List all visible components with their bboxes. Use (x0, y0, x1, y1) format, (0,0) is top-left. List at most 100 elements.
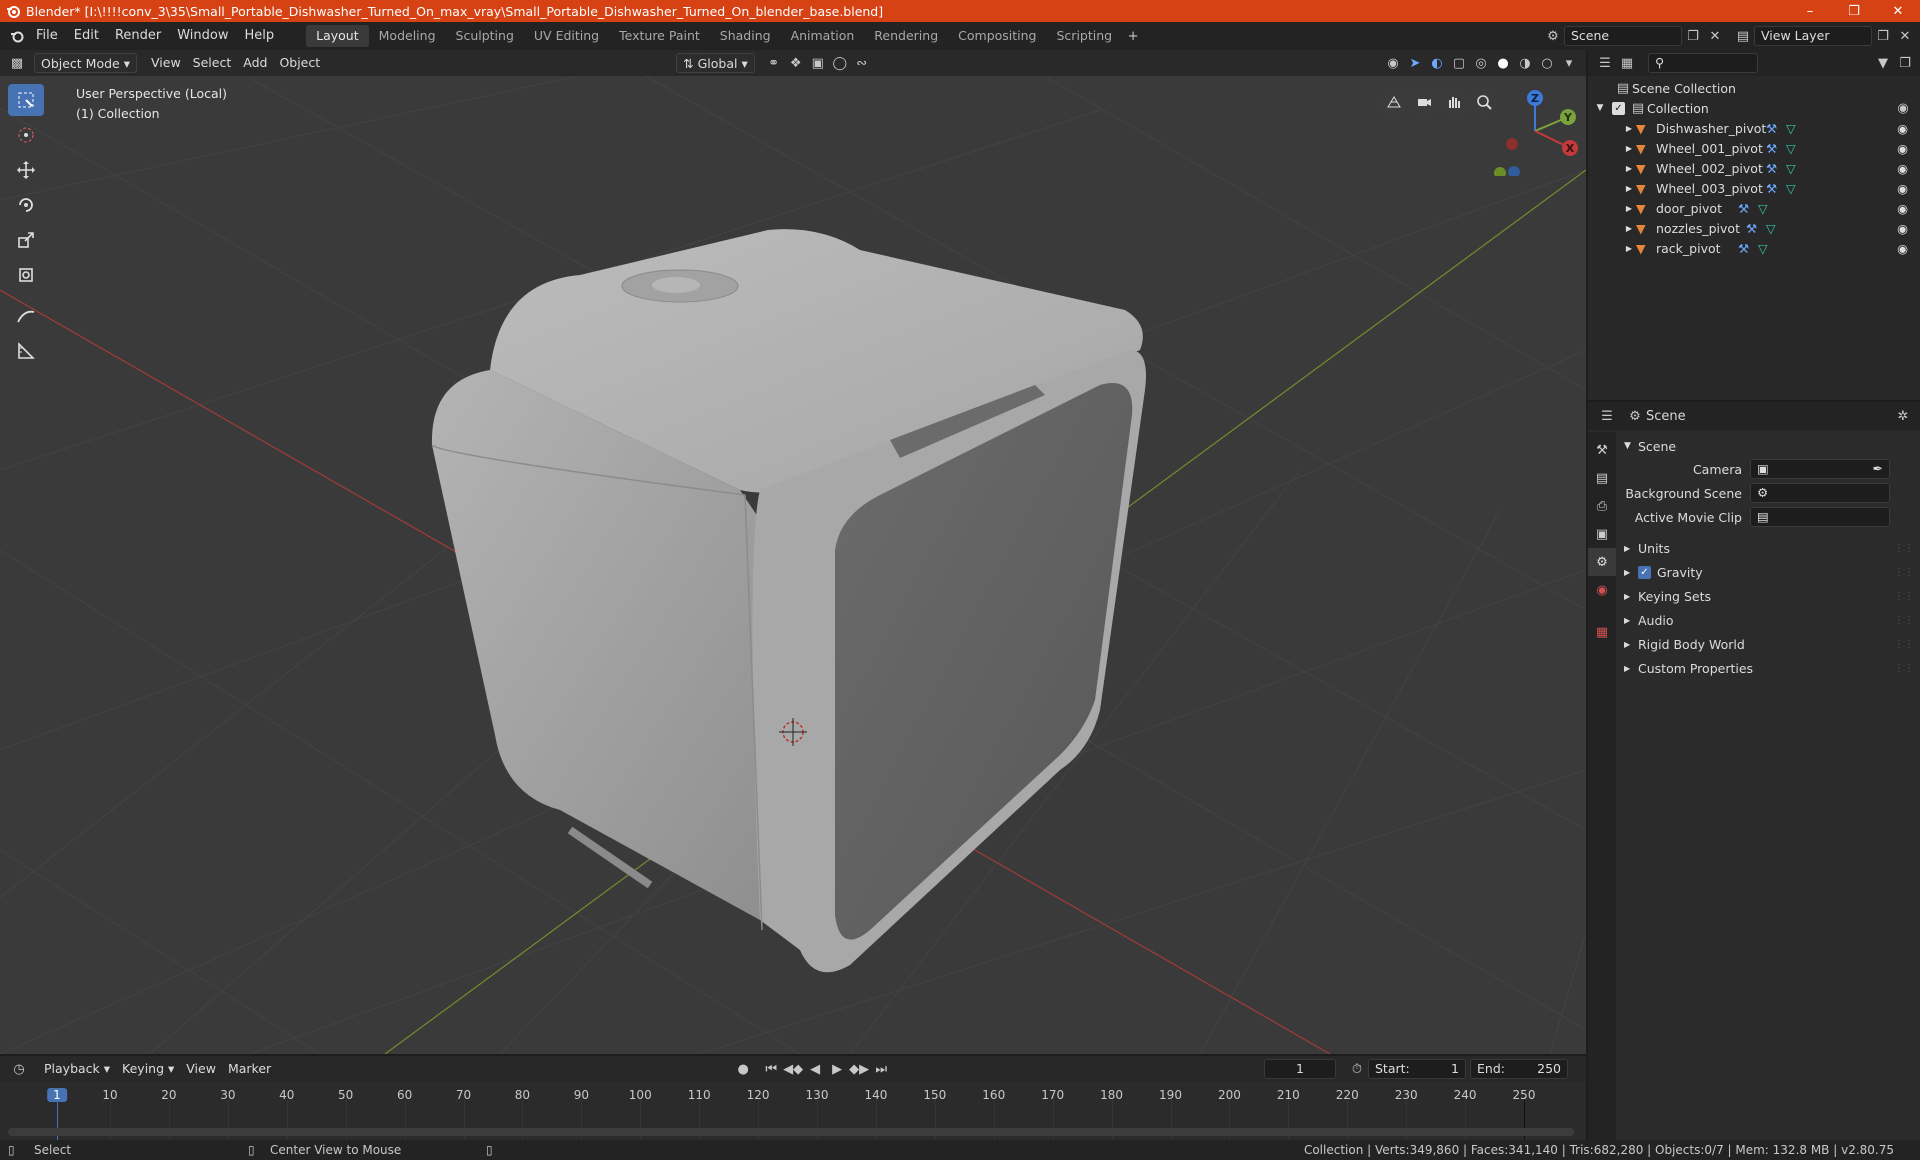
menu-render[interactable]: Render (107, 25, 169, 47)
pivot-point-icon[interactable]: ⚭ (763, 53, 785, 73)
section-audio[interactable]: ▶ Audio ⋮⋮ (1624, 610, 1914, 630)
menu-file[interactable]: File (28, 25, 66, 47)
expand-icon[interactable]: ▶ (1588, 124, 1636, 133)
menu-edit[interactable]: Edit (66, 25, 107, 47)
expand-icon[interactable]: ▶ (1624, 664, 1638, 673)
outliner-editor-icon[interactable]: ☰ (1594, 53, 1616, 73)
outliner-item[interactable]: ▶ ▼ Dishwasher_pivot ⚒ ▽ ◉ (1588, 118, 1920, 138)
overlay-icon[interactable]: ◐ (1426, 53, 1448, 73)
eye-icon[interactable]: ◉ (1897, 221, 1908, 236)
tab-layout[interactable]: Layout (306, 25, 369, 47)
background-scene-field[interactable]: ⚙ (1750, 483, 1890, 503)
modifier-icon[interactable]: ⚒ (1766, 141, 1786, 156)
next-keyframe-icon[interactable]: ◆▶ (848, 1059, 870, 1079)
expand-icon[interactable]: ▶ (1588, 184, 1636, 193)
render-tab-icon[interactable]: ▤ (1588, 464, 1616, 492)
add-workspace-icon[interactable]: + (1122, 26, 1144, 46)
record-icon[interactable]: ● (732, 1059, 754, 1079)
timeline-scrollbar[interactable] (8, 1128, 1574, 1136)
menu-help[interactable]: Help (237, 25, 283, 47)
tab-scripting[interactable]: Scripting (1047, 25, 1123, 47)
rotate-tool[interactable] (8, 189, 44, 221)
restore-icon[interactable]: ❐ (1832, 0, 1876, 22)
modifier-icon[interactable]: ⚒ (1766, 181, 1786, 196)
scale-tool[interactable] (8, 224, 44, 256)
outliner-search-input[interactable]: ⚲ (1648, 53, 1758, 73)
tab-texture-paint[interactable]: Texture Paint (609, 25, 710, 47)
drag-handle-icon[interactable]: ⋮⋮ (1894, 615, 1914, 626)
scene-tab-icon[interactable]: ⚙ (1588, 548, 1616, 576)
axis-gizmo[interactable]: Z Y X (1490, 86, 1580, 176)
drag-handle-icon[interactable]: ⋮⋮ (1894, 663, 1914, 674)
tab-animation[interactable]: Animation (781, 25, 865, 47)
delete-scene-icon[interactable]: ✕ (1704, 26, 1726, 46)
new-view-layer-icon[interactable]: ❐ (1872, 26, 1894, 46)
eye-icon[interactable]: ◉ (1897, 141, 1908, 156)
modifier-icon[interactable]: ⚒ (1746, 221, 1766, 236)
menu-timeline-view[interactable]: View (180, 1059, 222, 1079)
menu-window[interactable]: Window (169, 25, 236, 47)
gizmo-icon[interactable]: ➤ (1404, 53, 1426, 73)
section-rigid-body-world[interactable]: ▶ Rigid Body World ⋮⋮ (1624, 634, 1914, 654)
visibility-icon[interactable]: ◉ (1382, 53, 1404, 73)
menu-playback[interactable]: Playback ▾ (38, 1059, 116, 1079)
drag-handle-icon[interactable]: ⋮⋮ (1894, 639, 1914, 650)
eye-icon[interactable]: ◉ (1897, 121, 1908, 136)
shading-options-icon[interactable]: ▾ (1558, 53, 1580, 73)
eye-icon[interactable]: ◉ (1897, 181, 1908, 196)
measure-tool[interactable] (8, 335, 44, 367)
solid-shading-icon[interactable]: ● (1492, 53, 1514, 73)
minimize-icon[interactable]: – (1788, 0, 1832, 22)
texture-tab-icon[interactable]: ▦ (1588, 618, 1616, 646)
view-layer-icon[interactable]: ▤ (1732, 26, 1754, 46)
scene-panel-header[interactable]: ▼ Scene (1624, 436, 1914, 456)
jump-end-icon[interactable]: ⏭ (870, 1059, 892, 1079)
expand-icon[interactable]: ▶ (1588, 224, 1636, 233)
world-tab-icon[interactable]: ◉ (1588, 576, 1616, 604)
tab-uv-editing[interactable]: UV Editing (524, 25, 609, 47)
outliner-scene-collection[interactable]: ▤ Scene Collection (1588, 78, 1920, 98)
eye-icon[interactable]: ◉ (1897, 161, 1908, 176)
expand-icon[interactable]: ▶ (1588, 244, 1636, 253)
mesh-data-icon[interactable]: ▽ (1786, 161, 1806, 176)
expand-icon[interactable]: ▶ (1624, 640, 1638, 649)
expand-icon[interactable]: ▶ (1588, 164, 1636, 173)
pin-icon[interactable]: ✲ (1892, 406, 1914, 426)
section-custom-properties[interactable]: ▶ Custom Properties ⋮⋮ (1624, 658, 1914, 678)
stopwatch-icon[interactable]: ⏱ (1346, 1059, 1368, 1079)
tab-sculpting[interactable]: Sculpting (446, 25, 524, 47)
mesh-data-icon[interactable]: ▽ (1786, 181, 1806, 196)
outliner-item[interactable]: ▶ ▼ door_pivot ⚒ ▽ ◉ (1588, 198, 1920, 218)
tab-compositing[interactable]: Compositing (948, 25, 1046, 47)
drag-handle-icon[interactable]: ⋮⋮ (1894, 567, 1914, 578)
modifier-icon[interactable]: ⚒ (1738, 241, 1758, 256)
expand-icon[interactable]: ▶ (1624, 544, 1638, 553)
expand-icon[interactable]: ▶ (1588, 204, 1636, 213)
new-scene-icon[interactable]: ❐ (1682, 26, 1704, 46)
movie-clip-field[interactable]: ▤ (1750, 507, 1890, 527)
mesh-data-icon[interactable]: ▽ (1786, 121, 1806, 136)
proportional-edit-icon[interactable]: ◯ (829, 53, 851, 73)
prev-keyframe-icon[interactable]: ◀◆ (782, 1059, 804, 1079)
falloff-icon[interactable]: ∾ (851, 53, 873, 73)
tab-rendering[interactable]: Rendering (864, 25, 948, 47)
expand-icon[interactable]: ▼ (1588, 103, 1612, 113)
play-reverse-icon[interactable]: ◀ (804, 1059, 826, 1079)
outliner-item[interactable]: ▶ ▼ nozzles_pivot ⚒ ▽ ◉ (1588, 218, 1920, 238)
menu-view[interactable]: View (145, 53, 187, 73)
current-frame-field[interactable]: 1 (1264, 1059, 1336, 1079)
outliner-item[interactable]: ▶ ▼ Wheel_002_pivot ⚒ ▽ ◉ (1588, 158, 1920, 178)
outliner-collection[interactable]: ▼ ✓ ▤ Collection ◉ (1588, 98, 1920, 118)
display-mode-icon[interactable]: ▦ (1616, 53, 1638, 73)
3d-viewport[interactable]: ▩ Object Mode ▾ View Select Add Object ⇅… (0, 50, 1586, 1054)
transform-tool[interactable] (8, 259, 44, 291)
menu-select[interactable]: Select (187, 53, 238, 73)
properties-editor-icon[interactable]: ☰ (1596, 406, 1618, 426)
new-collection-icon[interactable]: ❐ (1894, 53, 1916, 73)
move-tool[interactable] (8, 154, 44, 186)
menu-add[interactable]: Add (237, 53, 273, 73)
modifier-icon[interactable]: ⚒ (1738, 201, 1758, 216)
jump-start-icon[interactable]: ⏮ (760, 1059, 782, 1079)
wireframe-shading-icon[interactable]: ◎ (1470, 53, 1492, 73)
output-tab-icon[interactable]: ⎙ (1588, 492, 1616, 520)
